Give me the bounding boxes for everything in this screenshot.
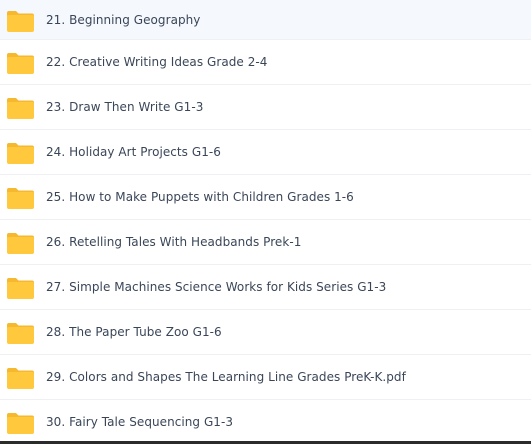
folder-icon [7, 323, 34, 344]
folder-name: 30. Fairy Tale Sequencing G1-3 [46, 415, 234, 429]
folder-row-26[interactable]: 26. Retelling Tales With Headbands Prek-… [0, 220, 531, 265]
folder-icon [7, 98, 34, 119]
folder-name: 28. The Paper Tube Zoo G1-6 [46, 325, 222, 339]
folder-icon [7, 233, 34, 254]
folder-row-28[interactable]: 28. The Paper Tube Zoo G1-6 [0, 310, 531, 355]
folder-row-27[interactable]: 27. Simple Machines Science Works for Ki… [0, 265, 531, 310]
file-list: 21. Beginning Geography 22. Creative Wri… [0, 0, 531, 444]
folder-row-23[interactable]: 23. Draw Then Write G1-3 [0, 85, 531, 130]
folder-icon [7, 143, 34, 164]
folder-row-30[interactable]: 30. Fairy Tale Sequencing G1-3 [0, 400, 531, 444]
folder-row-25[interactable]: 25. How to Make Puppets with Children Gr… [0, 175, 531, 220]
folder-icon [7, 278, 34, 299]
folder-name: 22. Creative Writing Ideas Grade 2-4 [46, 55, 268, 69]
folder-icon [7, 10, 34, 32]
folder-name: 24. Holiday Art Projects G1-6 [46, 145, 221, 159]
folder-icon [7, 53, 34, 74]
folder-icon [7, 368, 34, 389]
folder-row-21[interactable]: 21. Beginning Geography [0, 0, 531, 40]
folder-name: 21. Beginning Geography [46, 12, 201, 27]
folder-row-24[interactable]: 24. Holiday Art Projects G1-6 [0, 130, 531, 175]
folder-name: 26. Retelling Tales With Headbands Prek-… [46, 235, 302, 249]
folder-name: 25. How to Make Puppets with Children Gr… [46, 190, 354, 204]
folder-row-29[interactable]: 29. Colors and Shapes The Learning Line … [0, 355, 531, 400]
folder-row-22[interactable]: 22. Creative Writing Ideas Grade 2-4 [0, 40, 531, 85]
folder-name: 27. Simple Machines Science Works for Ki… [46, 280, 387, 294]
folder-icon [7, 188, 34, 209]
folder-name: 29. Colors and Shapes The Learning Line … [46, 370, 406, 384]
folder-icon [7, 413, 34, 434]
folder-name: 23. Draw Then Write G1-3 [46, 100, 204, 114]
